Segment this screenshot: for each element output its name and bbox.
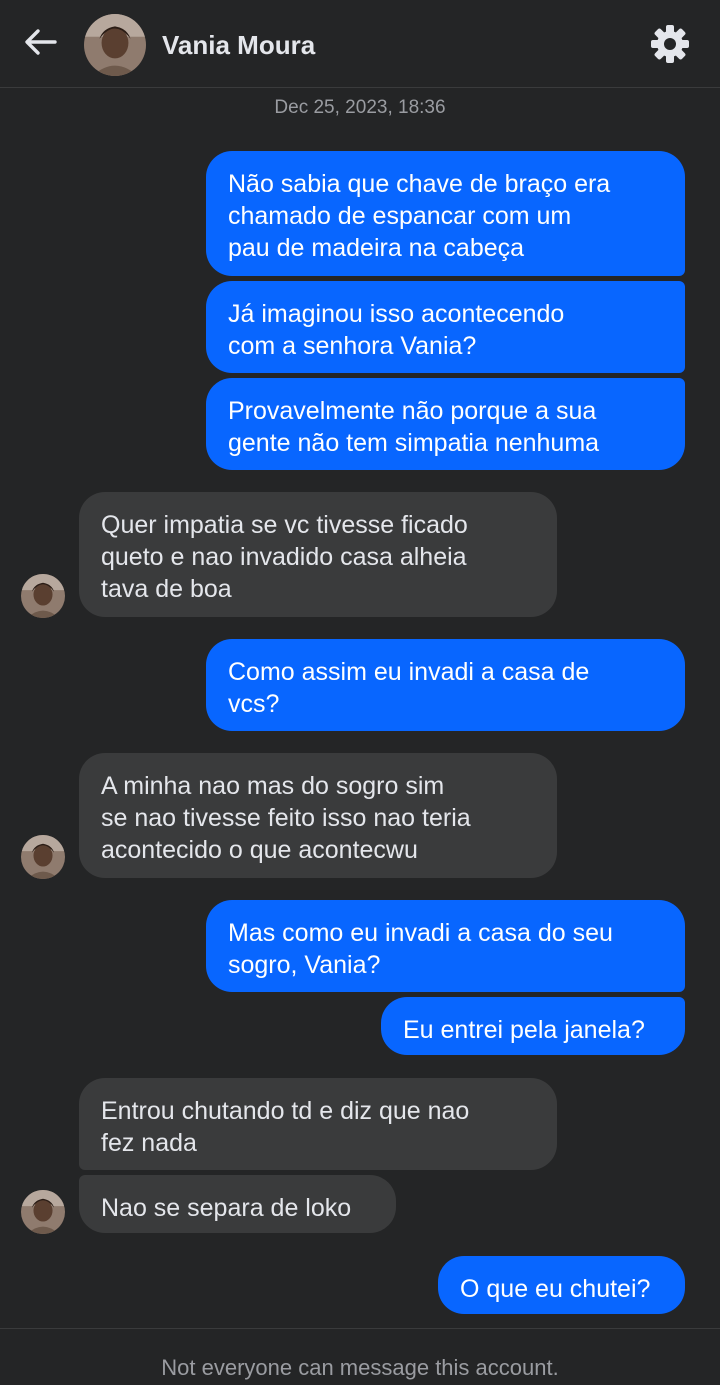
message-outgoing[interactable]: Eu entrei pela janela? [381, 997, 685, 1055]
arrow-left-icon [23, 27, 57, 62]
back-button[interactable] [18, 22, 62, 66]
gear-icon [649, 23, 691, 70]
messaging-restriction-notice: Not everyone can message this account. [0, 1328, 720, 1385]
message-outgoing[interactable]: Como assim eu invadi a casa de vcs? [206, 639, 685, 731]
contact-name[interactable]: Vania Moura [162, 30, 315, 61]
sender-avatar[interactable] [21, 574, 65, 618]
message-incoming[interactable]: A minha nao mas do sogro sim se nao tive… [79, 753, 557, 878]
sender-avatar[interactable] [21, 835, 65, 879]
conversation-timestamp: Dec 25, 2023, 18:36 [274, 97, 446, 118]
message-incoming[interactable]: Quer impatia se vc tivesse ficado queto … [79, 492, 557, 617]
message-incoming[interactable]: Nao se separa de loko [79, 1175, 396, 1233]
message-outgoing[interactable]: Provavelmente não porque a sua gente não… [206, 378, 685, 470]
contact-avatar[interactable] [84, 14, 146, 76]
message-outgoing[interactable]: Não sabia que chave de braço era chamado… [206, 151, 685, 276]
sender-avatar[interactable] [21, 1190, 65, 1234]
settings-button[interactable] [646, 22, 694, 70]
message-outgoing[interactable]: Já imaginou isso acontecendo com a senho… [206, 281, 685, 373]
chat-header: Vania Moura [0, 0, 720, 88]
message-incoming[interactable]: Entrou chutando td e diz que nao fez nad… [79, 1078, 557, 1170]
message-outgoing[interactable]: Mas como eu invadi a casa do seu sogro, … [206, 900, 685, 992]
message-outgoing[interactable]: O que eu chutei? [438, 1256, 685, 1314]
